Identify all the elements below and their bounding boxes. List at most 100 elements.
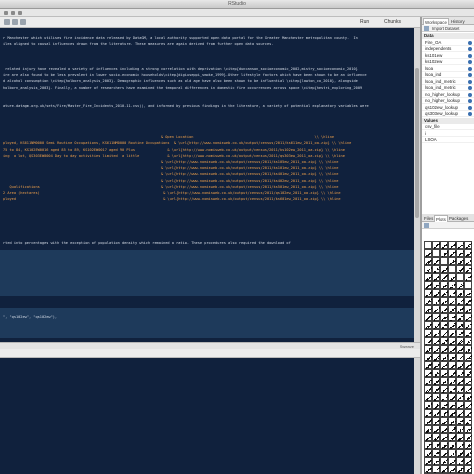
matrix-scatter-cell: [424, 353, 433, 361]
view-data-icon[interactable]: [468, 92, 472, 97]
view-data-icon[interactable]: [468, 73, 472, 77]
matrix-scatter-cell: [432, 241, 441, 250]
view-data-icon[interactable]: [468, 99, 472, 103]
workspace-variable[interactable]: LSOA: [422, 137, 474, 143]
view-data-icon[interactable]: [468, 105, 472, 110]
workspace-variable[interactable]: lsoa_ind_metric: [422, 79, 474, 85]
save-doc-icon[interactable]: [20, 19, 26, 25]
view-data-icon[interactable]: [468, 86, 472, 90]
code-line[interactable]: & \url{http://www.nomisweb.co.uk/output/…: [3, 166, 338, 170]
matrix-scatter-cell: [464, 249, 473, 257]
new-file-icon[interactable]: [4, 11, 8, 15]
matrix-scatter-cell: [424, 337, 433, 345]
save-icon[interactable]: [18, 11, 22, 15]
code-line[interactable]: & \url{http://www.nomisweb.co.uk/output/…: [3, 179, 338, 183]
workspace-variable[interactable]: qs303ew_lookup: [422, 111, 474, 117]
matrix-scatter-cell: [448, 281, 457, 290]
view-data-icon[interactable]: [468, 112, 472, 116]
open-file-icon[interactable]: [11, 11, 15, 15]
tab-workspace[interactable]: Workspace: [423, 18, 449, 25]
matrix-scatter-cell: [448, 417, 456, 426]
matrix-scatter-cell: [440, 345, 448, 353]
matrix-scatter-cell: [432, 353, 441, 361]
matrix-scatter-cell: [440, 281, 449, 290]
matrix-scatter-cell: [464, 417, 472, 426]
matrix-scatter-cell: [464, 425, 473, 433]
matrix-scatter-cell: [432, 409, 441, 417]
workspace-variable[interactable]: Fire_OA: [422, 40, 474, 46]
import-dataset-button[interactable]: Import Dataset: [432, 25, 459, 32]
back-arrow-icon[interactable]: [4, 19, 10, 25]
code-line[interactable]: holborn_analysis_2003}. Finally, a numbe…: [3, 86, 362, 90]
view-data-icon[interactable]: [468, 47, 472, 51]
tab-plots[interactable]: Plots: [434, 215, 448, 222]
tab-files[interactable]: Files: [423, 215, 434, 222]
variable-name: lsoa: [425, 65, 434, 71]
matrix-scatter-cell: [432, 257, 441, 266]
matrix-scatter-cell: [424, 417, 433, 425]
matrix-scatter-cell: [424, 361, 433, 369]
matrix-scatter-cell: [464, 409, 472, 418]
code-line[interactable]: & Open Location \\ \hline: [3, 135, 334, 139]
matrix-scatter-cell: [424, 273, 433, 281]
matrix-scatter-cell: [440, 465, 448, 474]
workspace-variable[interactable]: ks101ew: [422, 53, 474, 59]
code-line[interactable]: related injury have revealed a variety o…: [3, 67, 358, 71]
code-line[interactable]: ire are also found to be less prevalent …: [3, 73, 367, 77]
code-line[interactable]: & \url{http://www.nomisweb.co.uk/output/…: [3, 160, 338, 164]
variable-name: lsoa_ind_metric: [425, 78, 456, 84]
code-line[interactable]: ployed & \url{http://www.nomisweb.co.uk/…: [3, 197, 341, 201]
matrix-scatter-cell: [440, 385, 448, 394]
matrix-scatter-cell: [440, 321, 448, 329]
workspace-variable[interactable]: lsoa: [422, 66, 474, 72]
run-button[interactable]: Run: [360, 19, 369, 26]
code-line[interactable]: 2 Area (hectares) & \url{http://www.nomi…: [3, 191, 341, 195]
workspace-variable[interactable]: no_higher_lookup: [422, 98, 474, 104]
workspace-variable[interactable]: independents: [422, 46, 474, 52]
workspace-variable[interactable]: no_higher_lookup: [422, 92, 474, 98]
matrix-scatter-cell: [464, 337, 472, 346]
matrix-scatter-cell: [424, 257, 432, 265]
matrix-scatter-cell: [448, 385, 457, 394]
matrix-scatter-cell: [456, 345, 465, 354]
view-data-icon[interactable]: [468, 60, 472, 64]
zoom-icon[interactable]: [424, 223, 429, 228]
matrix-scatter-cell: [432, 361, 440, 370]
code-line[interactable]: ", "qs102ew", "qs102ew"),: [3, 315, 57, 319]
code-line[interactable]: ing a lot, QS303EW0004 Day to day activi…: [3, 154, 345, 158]
view-data-icon[interactable]: [468, 66, 472, 71]
matrix-scatter-cell: [456, 385, 465, 393]
scrollbar-thumb[interactable]: [415, 68, 419, 218]
view-data-icon[interactable]: [468, 40, 472, 45]
variable-name: lsoa_ind_metric: [425, 85, 456, 90]
source-editor[interactable]: r Manchester which utilises fire inciden…: [0, 28, 414, 342]
workspace-variable[interactable]: ks102ew: [422, 59, 474, 65]
code-line[interactable]: r Manchester which utilises fire inciden…: [3, 36, 358, 40]
code-line[interactable]: d alcohol consumption \citep{holborn_ana…: [3, 79, 358, 83]
matrix-scatter-cell: [424, 305, 432, 313]
variable-name: LSOA: [425, 137, 437, 142]
variable-name: ks102ew: [425, 59, 443, 64]
code-line[interactable]: iles aligned to causal influences drawn …: [3, 42, 273, 46]
matrix-scatter-cell: [440, 241, 448, 250]
code-line[interactable]: Qualifications & \url{http://www.nomiswe…: [3, 185, 338, 189]
code-line[interactable]: rted into percentages with the exception…: [3, 241, 291, 245]
view-data-icon[interactable]: [468, 53, 472, 58]
view-data-icon[interactable]: [468, 79, 472, 84]
workspace-variable[interactable]: csv_file: [422, 124, 474, 130]
matrix-scatter-cell: [432, 281, 440, 290]
chunks-button[interactable]: Chunks: [384, 19, 401, 26]
workspace-variable[interactable]: qs102ew_lookup: [422, 105, 474, 111]
tab-packages[interactable]: Packages: [448, 215, 469, 222]
code-line[interactable]: & \url{http://www.nomisweb.co.uk/output/…: [3, 172, 338, 176]
workspace-variable[interactable]: lsoa_ind: [422, 72, 474, 78]
tab-history[interactable]: History: [450, 18, 466, 25]
code-line[interactable]: ature.datagm.org.uk/sets/Fire/Master_Fir…: [3, 104, 369, 108]
forward-arrow-icon[interactable]: [12, 19, 18, 25]
workspace-variable[interactable]: i: [422, 131, 474, 137]
code-line[interactable]: ployed, KS611NM0000 Semi Routine Occupat…: [3, 141, 351, 145]
console-pane[interactable]: [0, 358, 414, 474]
code-line[interactable]: 75 to 84, KS102EW0016 aged 85 to 89, KS1…: [3, 148, 345, 152]
matrix-scatter-cell: [424, 377, 433, 386]
workspace-variable[interactable]: lsoa_ind_metric: [422, 85, 474, 91]
